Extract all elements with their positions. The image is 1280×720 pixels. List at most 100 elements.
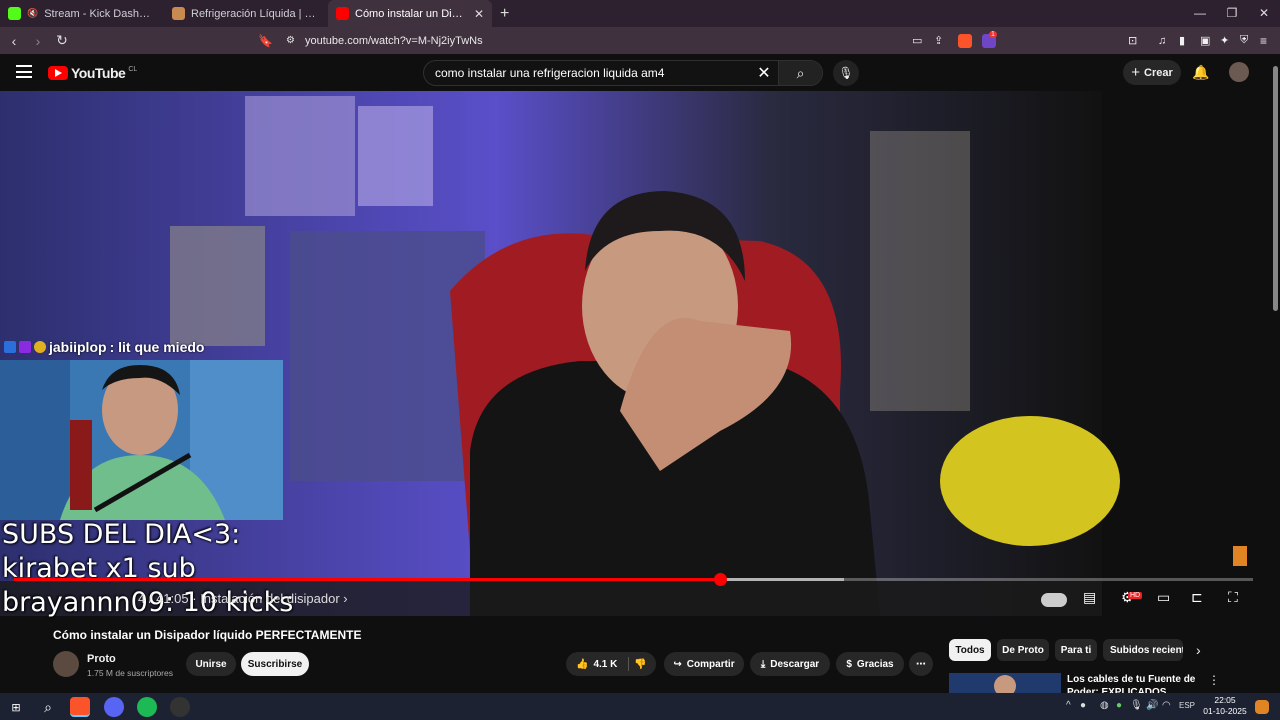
url-field[interactable]: ⚙ youtube.com/watch?v=M-Nj2iyTwNs [280,31,1000,50]
thumbs-down-icon[interactable]: 👎 [634,659,646,670]
share-arrow-icon: ↪ [673,658,682,670]
thanks-icon: $ [846,658,852,670]
scrollbar-thumb[interactable] [1273,66,1278,311]
close-window-button[interactable]: ✕ [1248,0,1280,27]
join-button[interactable]: Unirse [186,652,236,676]
mute-icon[interactable]: 🔇 [27,8,38,19]
chips-next-icon[interactable]: › [1196,642,1201,658]
solotodo-icon [172,7,185,20]
restore-button[interactable]: ❐ [1216,0,1248,27]
seek-bar-buffered [720,578,844,581]
country-code: CL [128,65,138,73]
notifications-icon[interactable] [1255,700,1269,714]
youtube-logo[interactable]: YouTube CL [48,65,137,81]
tab-solotodo[interactable]: Refrigeración Líquida | SoloTodo.cl [164,0,328,27]
channel-avatar[interactable] [53,651,79,677]
recommendation-menu-icon[interactable]: ⋮ [1208,673,1220,687]
close-tab-icon[interactable]: ✕ [474,7,484,21]
clear-search-icon[interactable]: ✕ [750,63,778,83]
chapter-separator: · [192,591,201,606]
seek-bar-played [14,578,720,581]
chip-label: Para ti [1060,644,1092,656]
chip-from-channel[interactable]: De Proto [997,639,1049,661]
more-actions-button[interactable]: ⋯ [909,652,933,676]
fullscreen-icon[interactable]: ⛶ [1228,589,1238,606]
spotify-icon[interactable] [137,697,157,717]
minimize-button[interactable]: — [1184,0,1216,27]
account-avatar[interactable] [1229,62,1249,82]
screenshot-icon[interactable]: ⊡ [1128,34,1137,47]
subtitles-icon[interactable]: ▤ [1083,589,1096,606]
chevron-right-icon[interactable]: › [343,591,347,606]
recommendation-title[interactable]: Los cables de tu Fuente de Poder: EXPLIC… [1067,673,1197,693]
coin-badge-icon [34,341,46,353]
like-count[interactable]: 4.1 K [593,659,617,670]
chip-label: Todos [955,644,985,656]
tab-title: Refrigeración Líquida | SoloTodo.cl [191,7,320,20]
taskbar-clock[interactable]: 22:05 01-10-2025 [1200,695,1250,717]
language-indicator[interactable]: ESP [1179,701,1195,710]
network-tray-icon[interactable]: ◍ [1100,700,1109,711]
recommendation-thumbnail[interactable] [949,673,1061,693]
tray-expand-icon[interactable]: ^ [1066,700,1071,711]
youtube-icon [336,7,349,20]
voice-search-icon[interactable]: 🎙 [833,60,859,86]
thanks-button[interactable]: $ Gracias [836,652,904,676]
thumbs-up-icon[interactable]: 👍 [576,659,588,670]
brave-shield-icon[interactable] [958,33,972,48]
chapter-title[interactable]: Instalación del disipador [200,591,339,606]
chip-for-you[interactable]: Para ti [1055,639,1097,661]
seek-bar[interactable] [14,573,1253,586]
youtube-masthead: YouTube CL como instalar una refrigeraci… [0,54,1280,91]
channel-name[interactable]: Proto [87,653,116,665]
page-scrollbar[interactable] [1271,54,1280,694]
search-button[interactable]: ⌕ [778,61,822,85]
like-dislike-group: 👍 4.1 K 👎 [566,652,656,676]
create-button[interactable]: + Crear [1123,60,1181,85]
menu-icon[interactable]: ≡ [1260,34,1267,48]
windows-start-icon[interactable]: ⊞ [6,697,26,717]
tab-title: Stream - Kick Dashboard [44,7,156,20]
chip-recent[interactable]: Subidos recientes [1103,639,1183,661]
tab-youtube[interactable]: Cómo instalar un Disipador líquido ✕ [328,0,492,27]
back-button[interactable]: ‹ [4,33,24,49]
bookmark-icon[interactable]: 🔖 [258,34,273,48]
search-input[interactable]: como instalar una refrigeracion liquida … [424,66,750,80]
verified-badge-icon [4,341,16,353]
mic-tray-icon[interactable]: 🎙 [1130,700,1143,711]
theater-mode-icon[interactable]: ▭ [1157,589,1170,606]
subscribe-button[interactable]: Suscribirse [241,652,309,676]
music-icon[interactable]: ♫ [1158,35,1166,47]
new-tab-button[interactable]: + [500,5,509,23]
wallet-icon[interactable]: ▣ [1200,34,1210,47]
vpn-icon[interactable]: ⛨ [1240,34,1248,47]
tab-kick[interactable]: 🔇 Stream - Kick Dashboard [0,0,164,27]
brave-browser-icon[interactable] [70,697,90,717]
forward-button[interactable]: › [28,33,48,49]
cast-icon[interactable]: ▭ [912,34,922,47]
chip-all[interactable]: Todos [949,639,991,661]
search-box[interactable]: como instalar una refrigeracion liquida … [423,60,823,86]
url-text: youtube.com/watch?v=M-Nj2iyTwNs [305,34,483,47]
download-button[interactable]: ⤓ Descargar [750,652,830,676]
discord-icon[interactable] [104,697,124,717]
cast-to-tv-icon[interactable]: ⊏ [1191,589,1203,606]
share-icon[interactable]: ⇪ [934,34,943,47]
obs-icon[interactable] [170,697,190,717]
sidebar-icon[interactable]: ▮ [1179,34,1185,47]
reload-button[interactable]: ↻ [52,32,72,49]
steam-tray-icon[interactable]: ● [1080,700,1086,711]
wifi-tray-icon[interactable]: ◠ [1162,700,1171,711]
autoplay-toggle[interactable] [1041,593,1067,607]
hamburger-menu-icon[interactable] [16,65,32,78]
taskbar-search-icon[interactable]: ⌕ [38,697,58,717]
speaker-tray-icon[interactable]: 🔊 [1146,700,1158,711]
app-tray-icon[interactable]: ● [1116,700,1122,711]
seek-bar-handle[interactable] [714,573,727,586]
join-label: Unirse [195,658,227,670]
share-button[interactable]: ↪ Compartir [664,652,744,676]
site-info-icon[interactable]: ⚙ [286,35,295,46]
leo-icon[interactable]: ✦ [1220,34,1229,47]
download-label: Descargar [770,658,820,670]
notifications-bell-icon[interactable]: 🔔 [1192,64,1209,81]
